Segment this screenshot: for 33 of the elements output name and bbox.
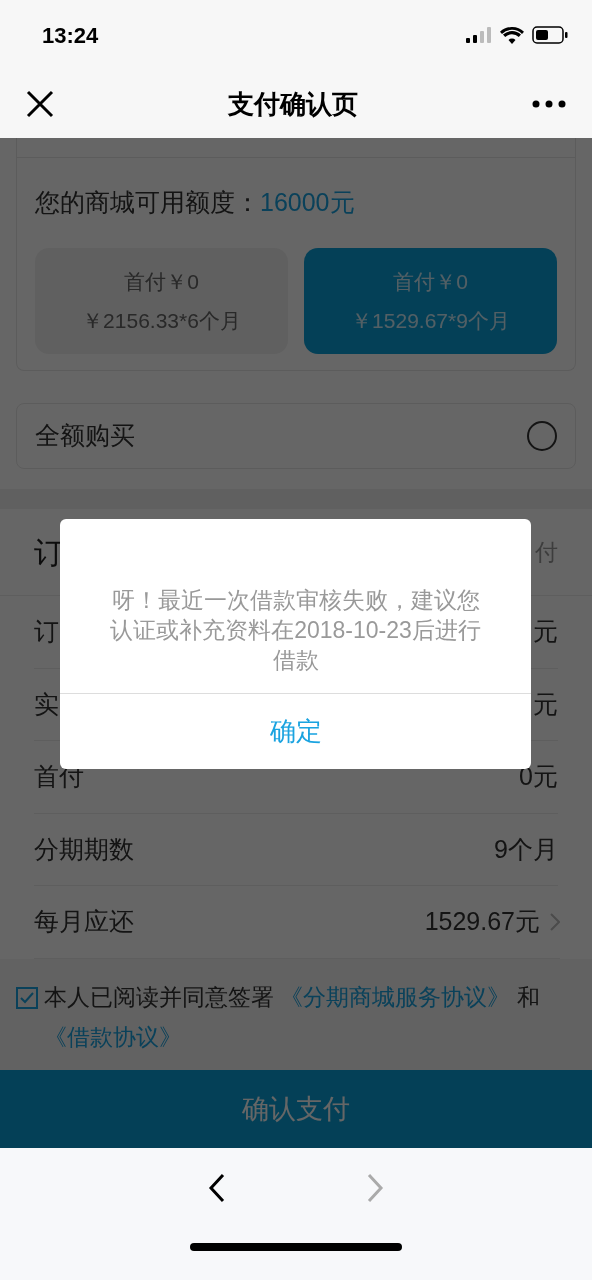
row-label: 分期期数 xyxy=(34,833,134,865)
status-time: 13:24 xyxy=(42,21,99,50)
signal-icon xyxy=(466,27,492,43)
agreement-text: 本人已阅读并同意签署 《分期商城服务协议》 和 《借款协议》 xyxy=(44,982,541,1052)
installment-text: ￥1529.67*9个月 xyxy=(351,308,510,334)
credit-label: 您的商城可用额度： xyxy=(35,187,260,219)
forward-icon[interactable] xyxy=(366,1173,384,1203)
down-payment-text: 首付￥0 xyxy=(393,268,468,295)
close-icon[interactable] xyxy=(26,90,54,118)
confirm-pay-button[interactable]: 确认支付 xyxy=(0,1070,592,1148)
agreement-link[interactable]: 《借款协议》 xyxy=(44,1023,182,1050)
full-payment-label: 全额购买 xyxy=(35,420,135,452)
more-icon[interactable] xyxy=(532,100,566,108)
radio-button[interactable] xyxy=(527,421,557,451)
plan-option[interactable]: 首付￥0 ￥1529.67*9个月 xyxy=(304,248,557,354)
full-payment-option[interactable]: 全额购买 xyxy=(16,403,576,469)
section-title: 订 xyxy=(34,534,64,571)
row-label: 每月应还 xyxy=(34,906,134,937)
row-value: 9个月 xyxy=(494,833,558,865)
row-value: 元 xyxy=(533,688,558,720)
row-label: 实 xyxy=(34,688,59,720)
row-label: 订 xyxy=(34,616,59,647)
row-value: 元 xyxy=(533,616,558,647)
page-title: 支付确认页 xyxy=(228,87,358,121)
battery-icon xyxy=(532,26,568,44)
credit-amount: 16000元 xyxy=(260,187,355,219)
row-value: 1529.67元 xyxy=(424,906,540,937)
wifi-icon xyxy=(500,26,524,44)
checkbox[interactable] xyxy=(16,986,38,1009)
ok-button[interactable]: 确定 xyxy=(60,694,531,769)
alert-message: 呀！最近一次借款审核失败，建议您认证或补充资料在2018-10-23后进行借款 xyxy=(109,586,482,675)
back-icon[interactable] xyxy=(208,1173,226,1203)
agreement-link[interactable]: 《分期商城服务协议》 xyxy=(280,983,511,1010)
